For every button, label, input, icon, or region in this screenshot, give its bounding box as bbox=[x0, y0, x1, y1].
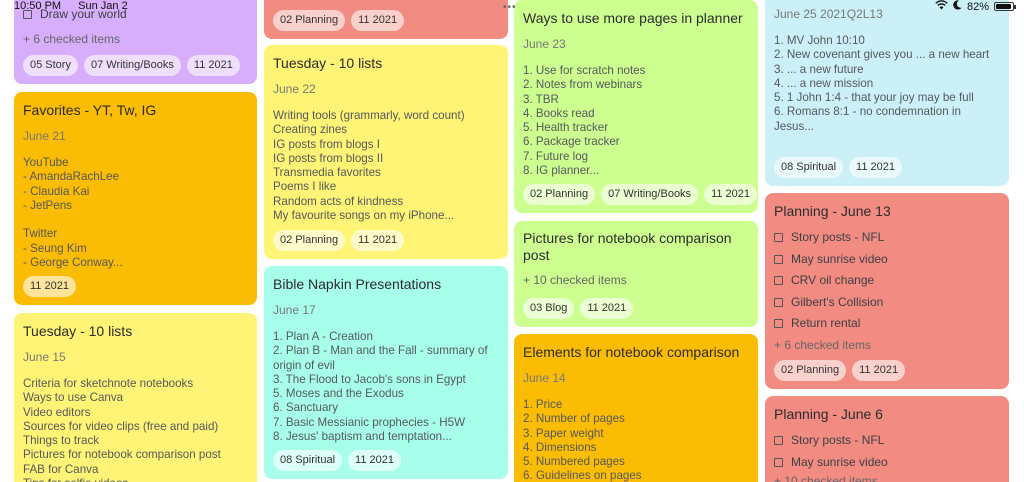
note-card-draw-your-world[interactable]: Draw your world + 6 checked items 05 Sto… bbox=[14, 0, 257, 84]
note-date: June 23 bbox=[523, 37, 566, 51]
label-chips: 05 Story 07 Writing/Books 11 2021 bbox=[23, 55, 240, 76]
note-date: June 21 bbox=[23, 129, 66, 143]
label-chips: 02 Planning 11 2021 bbox=[273, 10, 405, 31]
label-chips: 02 Planning 11 2021 bbox=[774, 360, 906, 381]
note-title: Favorites - YT, Tw, IG bbox=[23, 102, 157, 118]
note-title: Planning - June 13 bbox=[774, 203, 891, 219]
note-card-june-25[interactable]: June 25 2021Q2L13 1. MV John 10:10 2. Ne… bbox=[765, 0, 1009, 186]
label-chip[interactable]: 11 2021 bbox=[849, 157, 902, 178]
checked-items-count[interactable]: + 6 checked items bbox=[774, 337, 1000, 353]
label-chip[interactable]: 11 2021 bbox=[580, 298, 634, 319]
label-chip[interactable]: 08 Spiritual bbox=[273, 450, 343, 471]
note-date: June 14 bbox=[523, 371, 566, 385]
checklist-item[interactable]: Return rental bbox=[774, 313, 1000, 335]
note-card-elements-for-notebook[interactable]: Elements for notebook comparison June 14… bbox=[514, 334, 758, 482]
label-chip[interactable]: 05 Story bbox=[23, 55, 78, 76]
checkbox-icon[interactable] bbox=[774, 457, 783, 467]
status-bar-left: 10:50 PM Sun Jan 2 bbox=[14, 0, 142, 12]
checklist-item-label: CRV oil change bbox=[791, 273, 875, 287]
note-card-planning-top[interactable]: 02 Planning 11 2021 bbox=[264, 0, 508, 39]
note-date: June 22 bbox=[273, 82, 316, 96]
checklist-item[interactable]: CRV oil change bbox=[774, 270, 1000, 292]
checklist-item[interactable]: Story posts - NFL bbox=[774, 227, 1000, 249]
note-card-bible-napkin-presentations[interactable]: Bible Napkin Presentations June 17 1. Pl… bbox=[264, 266, 508, 479]
wifi-icon bbox=[935, 0, 948, 13]
note-body: Criteria for sketchnote notebooks Ways t… bbox=[23, 377, 221, 482]
label-chip[interactable]: 11 2021 bbox=[704, 184, 758, 205]
checklist-item[interactable]: Story posts - NFL bbox=[774, 430, 1000, 452]
checkbox-icon[interactable] bbox=[774, 233, 783, 243]
label-chip[interactable]: 02 Planning bbox=[523, 184, 596, 205]
note-title: Ways to use more pages in planner bbox=[523, 10, 743, 26]
checkbox-icon[interactable] bbox=[774, 297, 783, 307]
label-chip[interactable]: 07 Writing/Books bbox=[601, 184, 699, 205]
note-title: Tuesday - 10 lists bbox=[273, 55, 383, 71]
checked-items-count[interactable]: + 10 checked items bbox=[523, 272, 749, 288]
label-chip[interactable]: 11 2021 bbox=[348, 450, 401, 471]
note-card-planning-june-13[interactable]: Planning - June 13 Story posts - NFL May… bbox=[765, 193, 1009, 389]
label-chips: 11 2021 bbox=[23, 276, 76, 297]
note-title: Bible Napkin Presentations bbox=[273, 276, 442, 292]
checked-items-count[interactable]: + 10 checked items bbox=[774, 473, 1000, 482]
note-body: 1. Price 2. Number of pages 3. Paper wei… bbox=[523, 398, 642, 482]
checkbox-icon[interactable] bbox=[774, 319, 783, 329]
battery-icon bbox=[994, 2, 1016, 11]
status-time: 10:50 PM bbox=[14, 0, 62, 12]
note-body: 1. Use for scratch notes 2. Notes from w… bbox=[523, 64, 646, 178]
label-chip[interactable]: 07 Writing/Books bbox=[83, 55, 181, 76]
checklist-item-label: May sunrise video bbox=[791, 251, 888, 266]
note-body: 1. Plan A - Creation 2. Plan B - Man and… bbox=[273, 330, 488, 444]
multitasking-handle-icon[interactable]: ••• bbox=[503, 2, 517, 13]
checklist-item-label: Gilbert's Collision bbox=[791, 294, 884, 309]
checklist-item-label: Story posts - NFL bbox=[791, 433, 885, 447]
label-chips: 08 Spiritual 11 2021 bbox=[273, 450, 401, 471]
label-chip[interactable]: 11 2021 bbox=[186, 55, 240, 76]
label-chip[interactable]: 08 Spiritual bbox=[774, 157, 844, 178]
checklist-item-label: Return rental bbox=[791, 316, 861, 330]
note-title: Tuesday - 10 lists bbox=[23, 323, 133, 339]
checklist: Story posts - NFL May sunrise video CRV … bbox=[774, 227, 1000, 335]
label-chip[interactable]: 02 Planning bbox=[774, 360, 847, 381]
checkbox-icon[interactable] bbox=[774, 276, 783, 286]
checklist-item-label: Story posts - NFL bbox=[791, 230, 885, 244]
label-chip[interactable]: 02 Planning bbox=[273, 230, 346, 251]
label-chip[interactable]: 11 2021 bbox=[351, 10, 405, 31]
checklist: Story posts - NFL May sunrise video bbox=[774, 430, 1000, 473]
label-chips: 08 Spiritual 11 2021 bbox=[774, 157, 902, 178]
label-chip[interactable]: 03 Blog bbox=[523, 298, 575, 319]
label-chip[interactable]: 11 2021 bbox=[23, 276, 76, 297]
note-card-tuesday-10-lists-june-22[interactable]: Tuesday - 10 lists June 22 Writing tools… bbox=[264, 45, 508, 259]
label-chip[interactable]: 02 Planning bbox=[273, 10, 346, 31]
label-chip[interactable]: 11 2021 bbox=[852, 360, 906, 381]
note-title: Planning - June 6 bbox=[774, 406, 883, 422]
note-title: Pictures for notebook comparison post bbox=[523, 230, 732, 263]
note-card-favorites[interactable]: Favorites - YT, Tw, IG June 21 YouTube -… bbox=[14, 92, 257, 305]
checklist-item[interactable]: May sunrise video bbox=[774, 452, 1000, 474]
battery-percent: 82% bbox=[966, 0, 989, 13]
note-date: June 15 bbox=[23, 350, 66, 364]
label-chips: 03 Blog 11 2021 bbox=[523, 298, 634, 319]
label-chip[interactable]: 11 2021 bbox=[351, 230, 405, 251]
checklist-item[interactable]: May sunrise video bbox=[774, 249, 1000, 271]
label-chips: 02 Planning 07 Writing/Books 11 2021 bbox=[523, 184, 758, 205]
note-card-pictures-for-notebook[interactable]: Pictures for notebook comparison post + … bbox=[514, 221, 758, 327]
checked-items-count[interactable]: + 6 checked items bbox=[23, 31, 248, 47]
note-body: Writing tools (grammarly, word count) Cr… bbox=[273, 109, 465, 223]
note-date: June 17 bbox=[273, 303, 316, 317]
status-bar-right: 82% bbox=[935, 0, 1016, 13]
checklist-item[interactable]: Gilbert's Collision bbox=[774, 292, 1000, 314]
note-card-planning-june-6[interactable]: Planning - June 6 Story posts - NFL May … bbox=[765, 396, 1009, 482]
status-date: Sun Jan 2 bbox=[78, 0, 128, 12]
do-not-disturb-moon-icon bbox=[953, 0, 962, 13]
note-card-tuesday-10-lists-june-15[interactable]: Tuesday - 10 lists June 15 Criteria for … bbox=[14, 313, 257, 482]
note-title: Elements for notebook comparison bbox=[523, 344, 740, 360]
note-body: 1. MV John 10:10 2. New covenant gives y… bbox=[774, 34, 990, 133]
note-body: YouTube - AmandaRachLee - Claudia Kai - … bbox=[23, 156, 123, 270]
checkbox-icon[interactable] bbox=[774, 254, 783, 264]
checkbox-icon[interactable] bbox=[774, 436, 783, 446]
checklist-item-label: May sunrise video bbox=[791, 454, 888, 469]
note-card-ways-to-use-more-pages[interactable]: Ways to use more pages in planner June 2… bbox=[514, 0, 758, 213]
label-chips: 02 Planning 11 2021 bbox=[273, 230, 405, 251]
